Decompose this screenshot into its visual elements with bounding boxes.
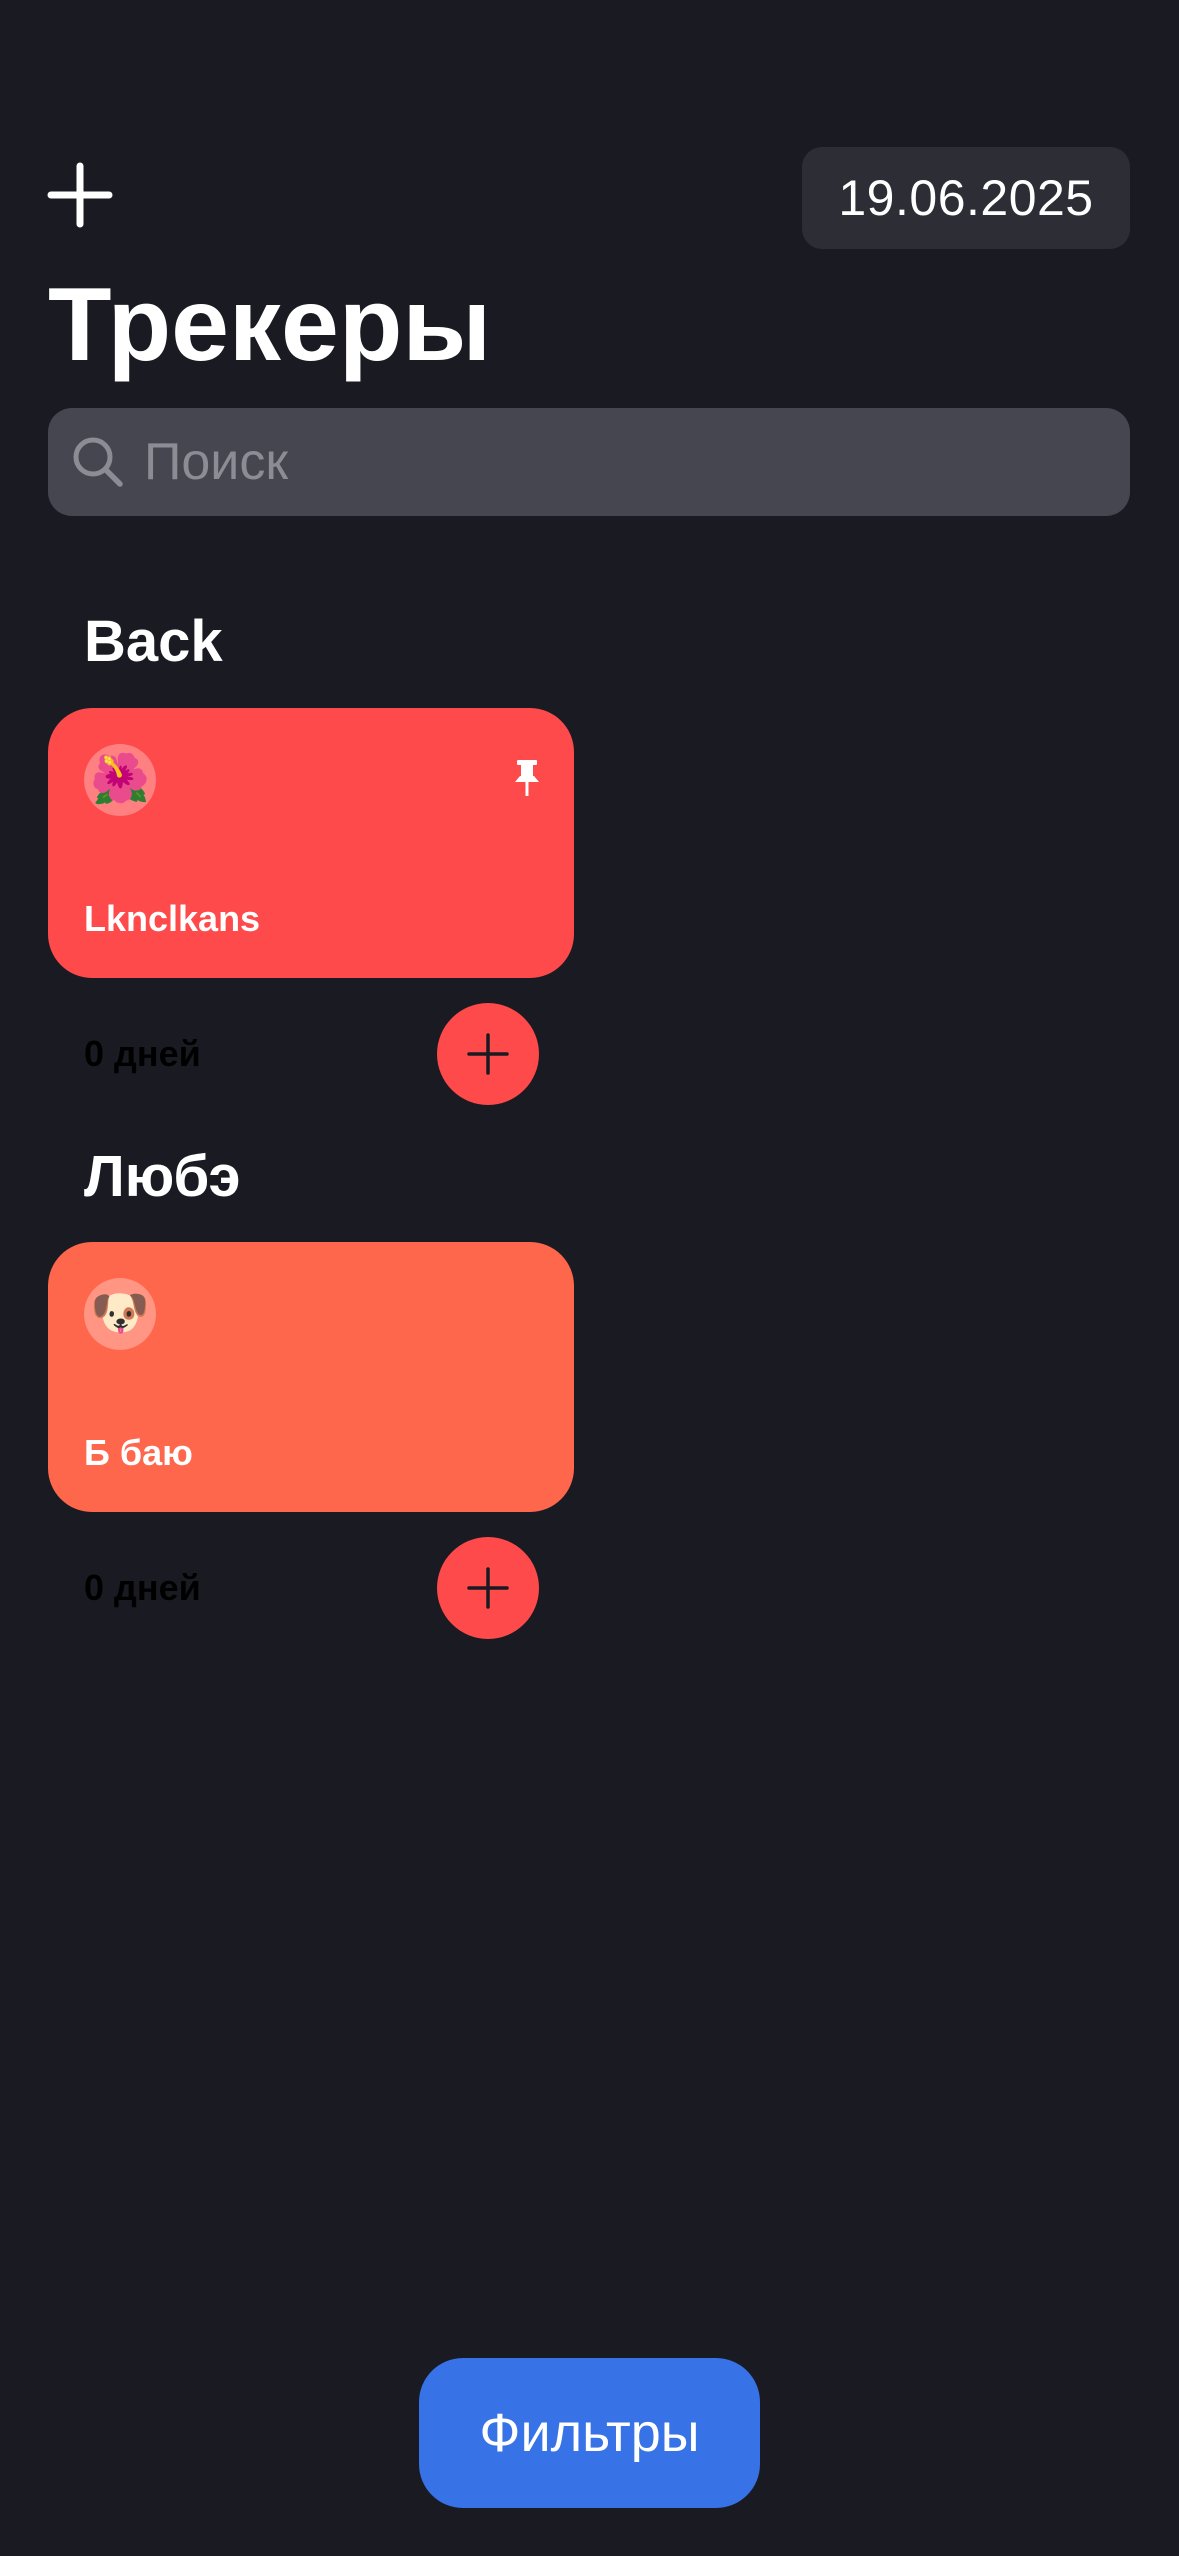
tracker-name: Б баю xyxy=(84,1432,193,1473)
days-counter: 0 дней xyxy=(84,1567,201,1608)
tracker-emoji: 🐶 xyxy=(84,1278,156,1350)
search-bar[interactable] xyxy=(48,407,1130,517)
tracker-name: Lknclkans xyxy=(84,898,261,939)
date-picker[interactable]: 19.06.2025 xyxy=(802,147,1130,249)
plus-icon xyxy=(47,162,113,228)
magnifier-icon xyxy=(70,434,126,490)
complete-tracker-button[interactable] xyxy=(437,1003,539,1105)
search-input[interactable] xyxy=(142,407,1130,517)
tracker-card[interactable]: 🌺 Lknclkans xyxy=(48,708,574,978)
page-title: Трекеры xyxy=(48,267,492,383)
complete-tracker-button[interactable] xyxy=(437,1537,539,1639)
add-tracker-button[interactable] xyxy=(45,160,115,230)
tracker-card[interactable]: 🐶 Б баю xyxy=(48,1242,574,1512)
category-title: Back xyxy=(84,609,223,674)
filters-button[interactable]: Фильтры xyxy=(419,2358,760,2508)
days-counter: 0 дней xyxy=(84,1033,201,1074)
tracker-emoji: 🌺 xyxy=(84,744,156,816)
plus-icon xyxy=(467,1033,509,1075)
trackers-screen: 19.06.2025 Трекеры Back 🌺 Lknclkans 0 дн… xyxy=(0,0,1179,2556)
plus-icon xyxy=(467,1567,509,1609)
pin-icon xyxy=(515,760,539,796)
category-title: Любэ xyxy=(84,1144,241,1209)
